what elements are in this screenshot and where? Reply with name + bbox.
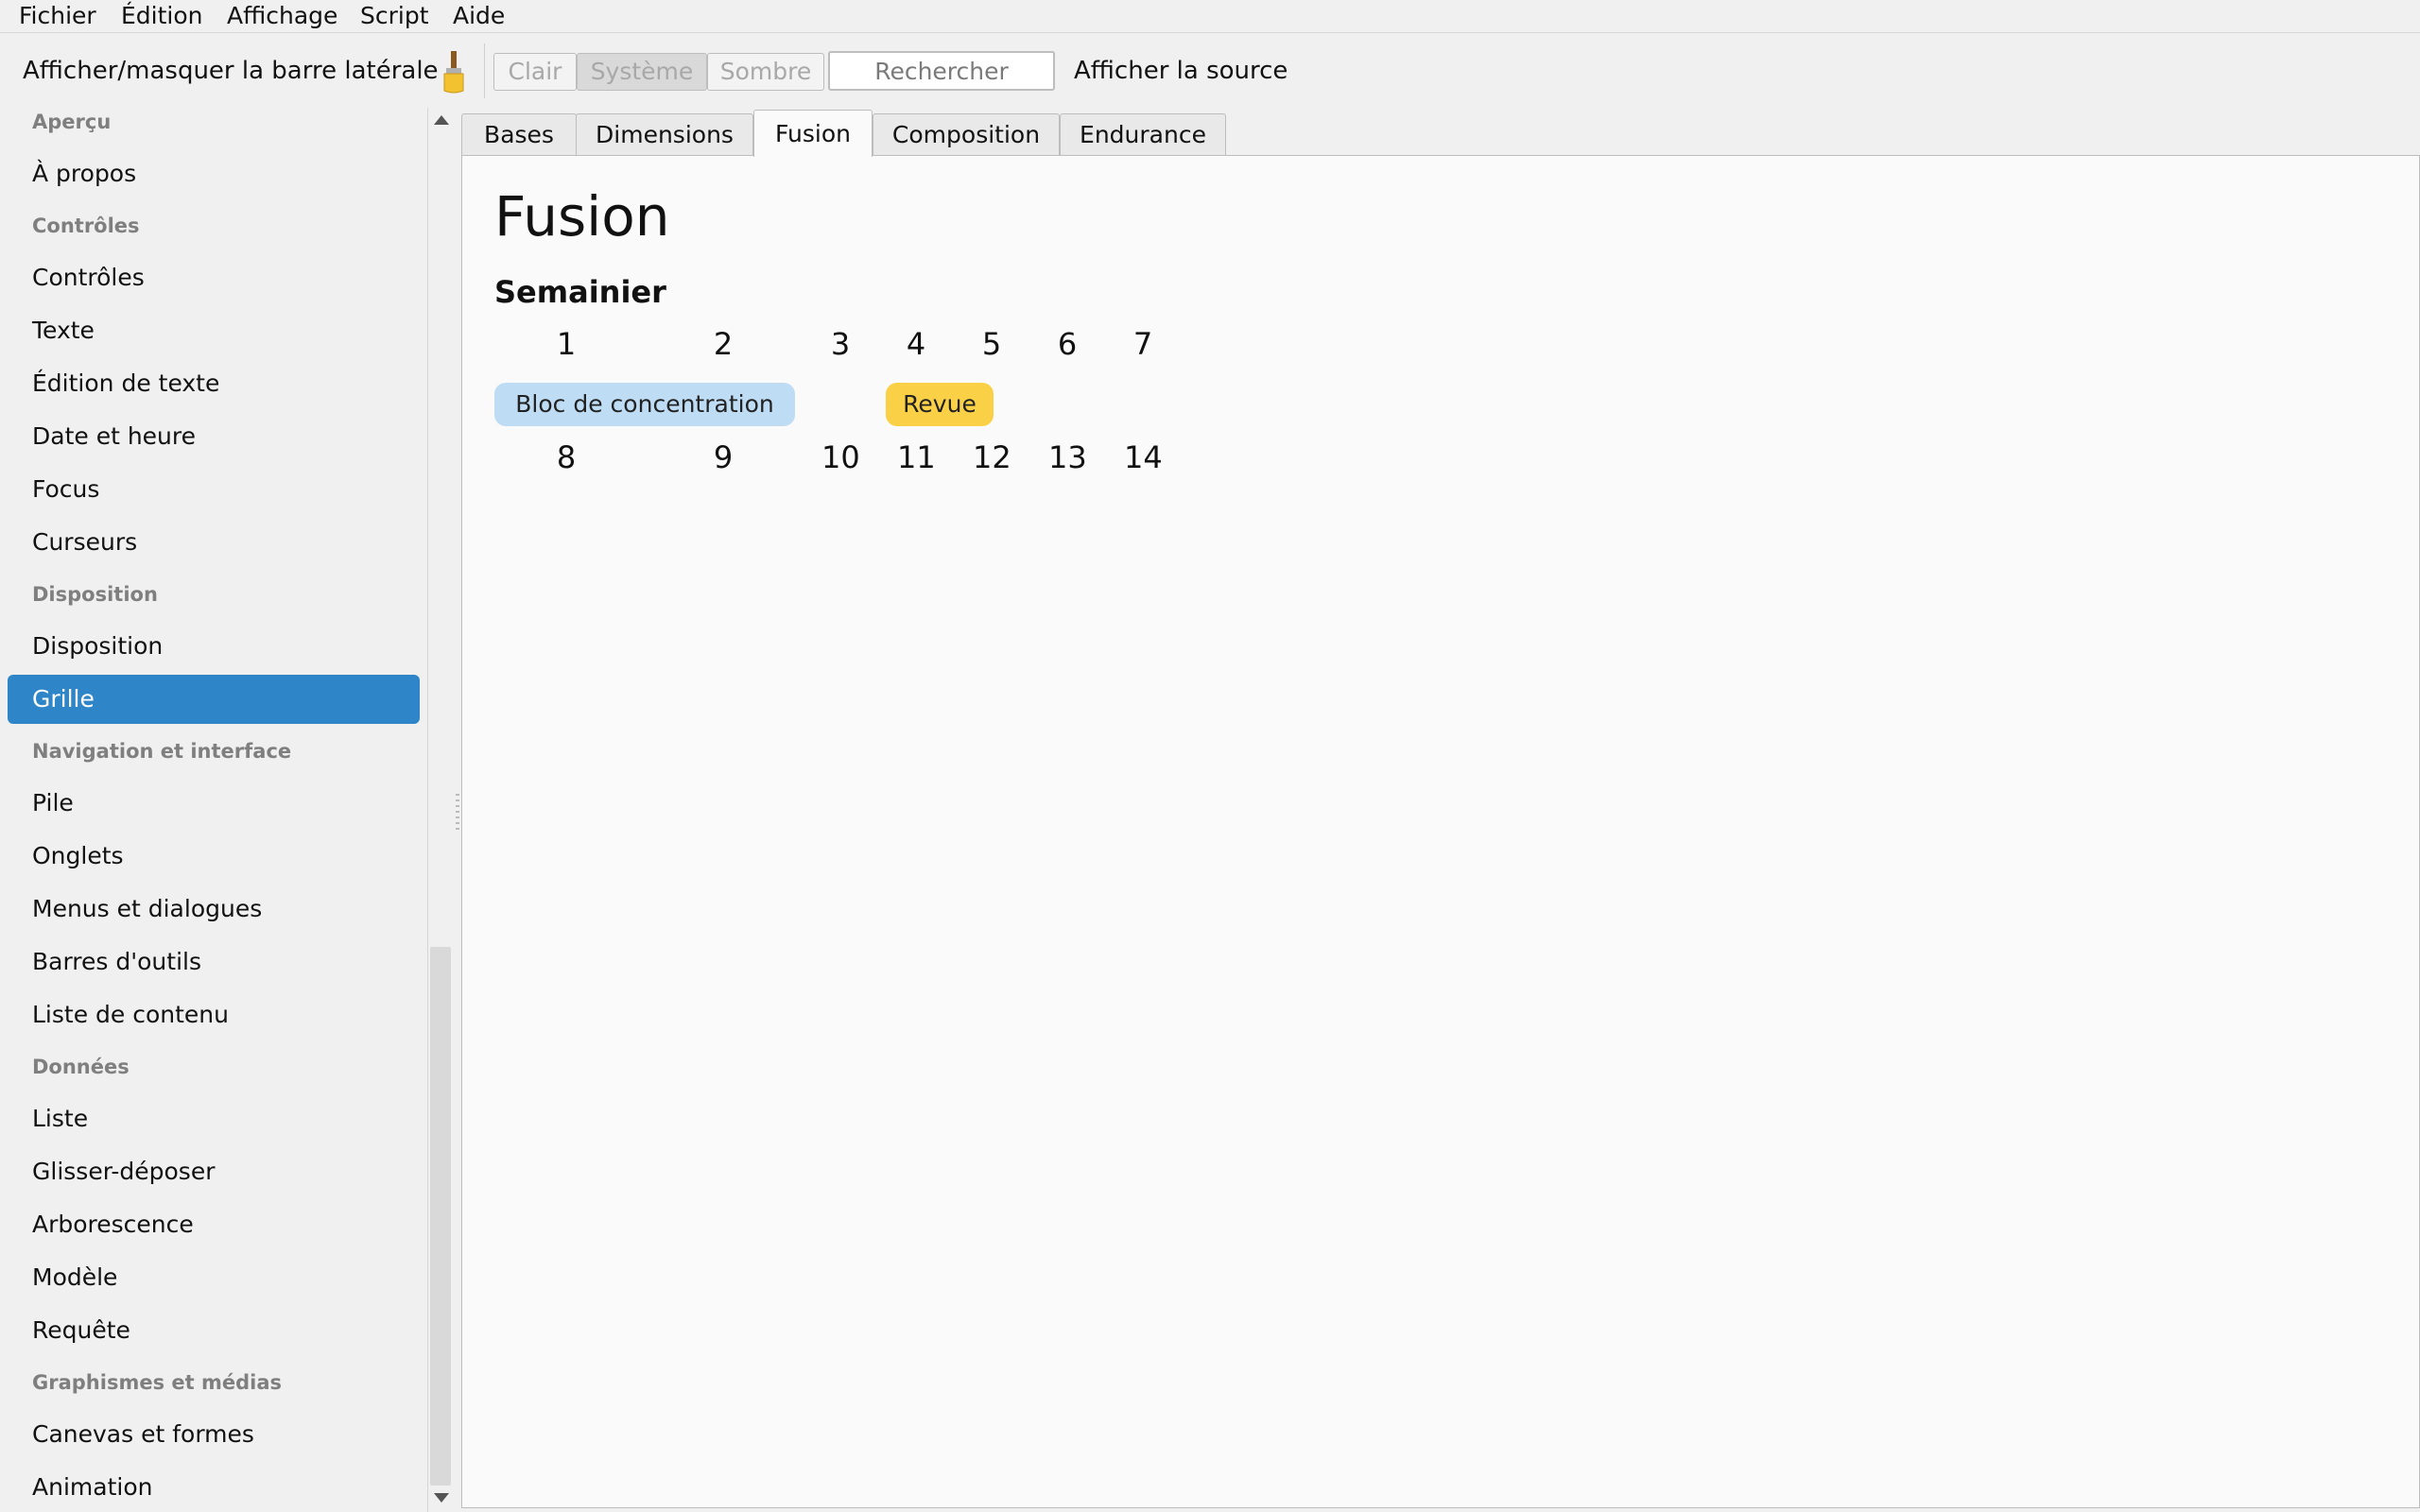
tab-content-panel: Fusion Semainier 1 2 3 4 5 6 7 Bloc de c… <box>461 155 2420 1508</box>
day-number: 3 <box>830 326 851 362</box>
section-title: Semainier <box>494 274 666 310</box>
scroll-up-arrow-icon[interactable] <box>434 115 449 125</box>
day-number: 5 <box>981 326 1002 362</box>
day-number: 13 <box>1048 439 1087 475</box>
tab-fusion[interactable]: Fusion <box>753 110 873 157</box>
show-source-button[interactable]: Afficher la source <box>1074 34 1288 108</box>
menu-affichage[interactable]: Affichage <box>227 0 337 33</box>
sidebar-item-edition-de-texte[interactable]: Édition de texte <box>8 359 420 408</box>
tab-dimensions[interactable]: Dimensions <box>576 113 753 155</box>
event-revue[interactable]: Revue <box>886 383 994 426</box>
scrollbar-thumb[interactable] <box>430 947 451 1486</box>
event-bloc-de-concentration[interactable]: Bloc de concentration <box>494 383 795 426</box>
theme-system-button[interactable]: Système <box>577 53 707 91</box>
sidebar: Aperçu À propos Contrôles Contrôles Text… <box>0 108 427 1512</box>
sidebar-item-disposition[interactable]: Disposition <box>8 622 420 671</box>
sidebar-scrollbar[interactable] <box>427 108 454 1512</box>
day-number: 11 <box>897 439 936 475</box>
day-number: 4 <box>906 326 926 362</box>
sidebar-item-barres-d-outils[interactable]: Barres d'outils <box>8 937 420 987</box>
sidebar-item-requete[interactable]: Requête <box>8 1306 420 1355</box>
theme-dark-button[interactable]: Sombre <box>707 53 824 91</box>
sidebar-item-liste-de-contenu[interactable]: Liste de contenu <box>8 990 420 1040</box>
sidebar-item-liste[interactable]: Liste <box>8 1094 420 1143</box>
search-input[interactable] <box>828 51 1055 91</box>
sidebar-item-arborescence[interactable]: Arborescence <box>8 1200 420 1249</box>
sidebar-item-animation[interactable]: Animation <box>8 1463 420 1512</box>
sidebar-section-graphismes: Graphismes et médias <box>32 1371 282 1394</box>
day-number: 14 <box>1124 439 1163 475</box>
tab-composition[interactable]: Composition <box>873 113 1060 155</box>
day-number: 10 <box>821 439 860 475</box>
toolbar-separator <box>484 43 485 98</box>
menu-aide[interactable]: Aide <box>453 0 505 33</box>
sidebar-section-controles: Contrôles <box>32 215 140 237</box>
menu-bar: Fichier Édition Affichage Script Aide <box>0 0 2420 33</box>
tab-bases[interactable]: Bases <box>461 113 577 155</box>
sidebar-section-apercu: Aperçu <box>32 111 112 133</box>
pane-splitter-handle[interactable] <box>456 794 459 832</box>
sidebar-item-modele[interactable]: Modèle <box>8 1253 420 1302</box>
menu-script[interactable]: Script <box>360 0 429 33</box>
sidebar-item-menus-et-dialogues[interactable]: Menus et dialogues <box>8 885 420 934</box>
menu-edition[interactable]: Édition <box>121 0 203 33</box>
sidebar-section-disposition: Disposition <box>32 583 158 606</box>
sidebar-item-grille[interactable]: Grille <box>8 675 420 724</box>
toolbar: Afficher/masquer la barre latérale Clair… <box>0 34 2420 108</box>
page-title: Fusion <box>494 184 670 249</box>
sidebar-item-pile[interactable]: Pile <box>8 779 420 828</box>
sidebar-item-curseurs[interactable]: Curseurs <box>8 518 420 567</box>
menu-fichier[interactable]: Fichier <box>19 0 96 33</box>
paintbrush-icon[interactable] <box>437 49 471 94</box>
sidebar-item-a-propos[interactable]: À propos <box>8 149 420 198</box>
sidebar-item-glisser-deposer[interactable]: Glisser-déposer <box>8 1147 420 1196</box>
sidebar-item-texte[interactable]: Texte <box>8 306 420 355</box>
day-number: 7 <box>1132 326 1153 362</box>
day-number: 6 <box>1057 326 1078 362</box>
scroll-down-arrow-icon[interactable] <box>434 1493 449 1503</box>
day-number: 8 <box>556 439 577 475</box>
sidebar-item-onglets[interactable]: Onglets <box>8 832 420 881</box>
day-number: 9 <box>713 439 734 475</box>
sidebar-section-navigation: Navigation et interface <box>32 740 292 763</box>
day-number: 12 <box>973 439 1011 475</box>
sidebar-item-focus[interactable]: Focus <box>8 465 420 514</box>
day-number: 2 <box>713 326 734 362</box>
tab-endurance[interactable]: Endurance <box>1060 113 1226 155</box>
sidebar-section-donnees: Données <box>32 1056 130 1078</box>
sidebar-item-date-et-heure[interactable]: Date et heure <box>8 412 420 461</box>
sidebar-item-controles[interactable]: Contrôles <box>8 253 420 302</box>
theme-light-button[interactable]: Clair <box>493 53 577 91</box>
sidebar-item-canevas-et-formes[interactable]: Canevas et formes <box>8 1410 420 1459</box>
day-number: 1 <box>556 326 577 362</box>
toggle-sidebar-button[interactable]: Afficher/masquer la barre latérale <box>23 34 439 108</box>
